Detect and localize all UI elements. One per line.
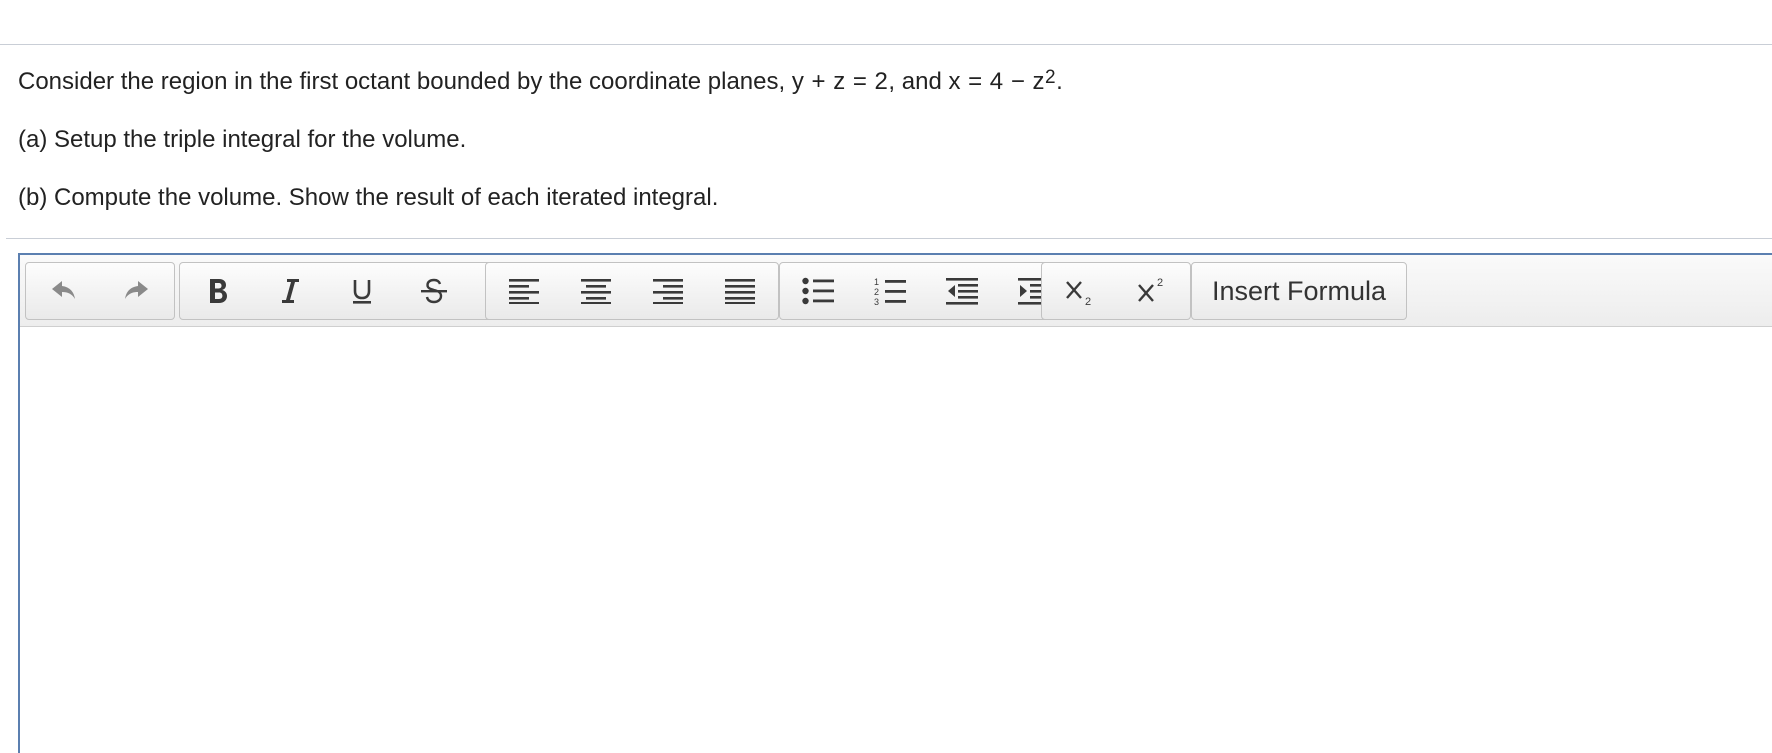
align-right-icon — [653, 279, 683, 304]
top-divider — [0, 44, 1772, 45]
align-left-icon — [509, 279, 539, 304]
redo-button[interactable] — [100, 265, 172, 317]
align-right-button[interactable] — [632, 265, 704, 317]
question-divider — [6, 238, 1772, 239]
strikethrough-button[interactable] — [398, 265, 470, 317]
italic-icon — [282, 279, 299, 303]
svg-text:1: 1 — [874, 277, 879, 287]
bullet-list-icon — [802, 277, 834, 305]
rich-text-editor: 1 2 3 2 2 Insert Formula — [18, 253, 1772, 753]
align-group — [485, 262, 779, 320]
question-part-b: (b) Compute the volume. Show the result … — [18, 184, 719, 211]
svg-text:2: 2 — [874, 287, 879, 297]
plane-equation: y + z = 2 — [791, 68, 889, 95]
undo-icon — [52, 281, 75, 299]
surface-equation: x = 4 − z2 — [948, 67, 1057, 95]
superscript-button[interactable]: 2 — [1116, 265, 1188, 317]
insert-formula-button[interactable]: Insert Formula — [1194, 265, 1404, 317]
strikethrough-icon — [421, 278, 447, 304]
outdent-icon — [946, 278, 978, 305]
superscript-icon: 2 — [1138, 277, 1163, 302]
align-left-button[interactable] — [488, 265, 560, 317]
bold-button[interactable] — [182, 265, 254, 317]
formula-group: Insert Formula — [1191, 262, 1408, 320]
italic-button[interactable] — [254, 265, 326, 317]
redo-icon — [125, 281, 148, 299]
svg-text:2: 2 — [1157, 277, 1163, 289]
script-group: 2 2 — [1041, 262, 1191, 320]
editor-toolbar: 1 2 3 2 2 Insert Formula — [20, 255, 1772, 327]
numbered-list-icon: 1 2 3 — [874, 277, 906, 306]
numbered-list-button[interactable]: 1 2 3 — [854, 265, 926, 317]
outdent-button[interactable] — [926, 265, 998, 317]
question-text: Consider the region in the first octant … — [18, 68, 1063, 212]
undo-button[interactable] — [28, 265, 100, 317]
underline-icon — [353, 280, 371, 304]
svg-text:3: 3 — [874, 297, 879, 306]
align-justify-button[interactable] — [704, 265, 776, 317]
bullet-list-button[interactable] — [782, 265, 854, 317]
subscript-button[interactable]: 2 — [1044, 265, 1116, 317]
subscript-icon: 2 — [1066, 281, 1091, 306]
align-center-button[interactable] — [560, 265, 632, 317]
bold-icon — [210, 279, 227, 303]
list-group: 1 2 3 — [779, 262, 1073, 320]
align-center-icon — [581, 279, 611, 304]
svg-text:2: 2 — [1085, 296, 1091, 306]
underline-button[interactable] — [326, 265, 398, 317]
editor-content-area[interactable] — [20, 327, 1772, 747]
history-group — [25, 262, 175, 320]
question-intro: Consider the region in the first octant … — [18, 67, 1063, 95]
question-part-a: (a) Setup the triple integral for the vo… — [18, 126, 467, 153]
align-justify-icon — [725, 279, 755, 304]
